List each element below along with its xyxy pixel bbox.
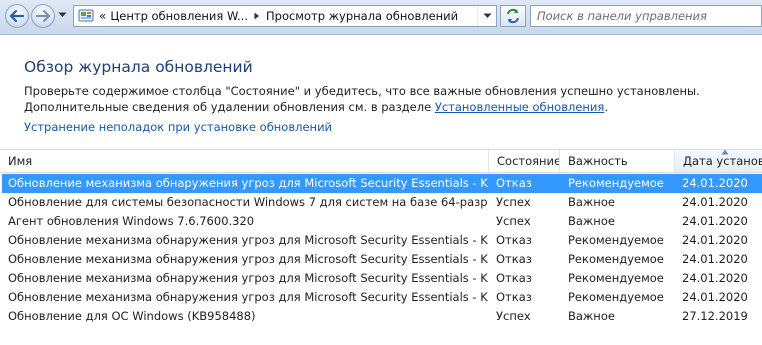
- cell-status: Отказ: [496, 290, 532, 304]
- table-row[interactable]: Обновление механизма обнаружения угроз д…: [2, 250, 762, 269]
- chevron-down-icon: [483, 13, 491, 18]
- cell-date: 24.01.2020: [682, 252, 748, 266]
- column-header-name[interactable]: Имя: [0, 150, 489, 172]
- arrow-right-icon: [36, 10, 50, 22]
- cell-status: Отказ: [496, 233, 532, 247]
- troubleshoot-link[interactable]: Устранение неполадок при установке обнов…: [24, 120, 332, 134]
- cell-importance: Рекомендуемое: [568, 176, 664, 190]
- breadcrumb-update-history[interactable]: Просмотр журнала обновлений: [266, 9, 458, 23]
- search-box[interactable]: [530, 5, 762, 27]
- sort-ascending-icon: [721, 150, 729, 155]
- table-row[interactable]: Обновление механизма обнаружения угроз д…: [2, 174, 762, 193]
- cell-status: Отказ: [496, 271, 532, 285]
- cell-date: 24.01.2020: [682, 271, 748, 285]
- breadcrumb-separator-icon[interactable]: [254, 12, 260, 20]
- cell-importance: Важное: [568, 309, 615, 323]
- table-header: Имя Состояние Важность Дата установки: [0, 149, 762, 173]
- table-row[interactable]: Обновление механизма обнаружения угроз д…: [2, 269, 762, 288]
- installed-updates-link[interactable]: Установленные обновления: [435, 100, 604, 114]
- search-input[interactable]: [537, 7, 737, 25]
- cell-name: Обновление механизма обнаружения угроз д…: [8, 233, 488, 247]
- cell-importance: Рекомендуемое: [568, 271, 664, 285]
- cell-date: 24.01.2020: [682, 195, 748, 209]
- cell-status: Успех: [496, 195, 531, 209]
- refresh-button[interactable]: [500, 5, 526, 27]
- refresh-icon: [507, 8, 519, 24]
- column-header-status[interactable]: Состояние: [489, 150, 560, 172]
- cell-status: Отказ: [496, 252, 532, 266]
- column-header-importance-label: Важность: [568, 154, 628, 168]
- recent-pages-chevron-down-icon[interactable]: [58, 12, 67, 18]
- forward-button[interactable]: [31, 4, 55, 28]
- description-period: .: [604, 100, 608, 114]
- cell-status: Успех: [496, 214, 531, 228]
- table-row[interactable]: Обновление для системы безопасности Wind…: [2, 193, 762, 212]
- cell-name: Обновление для системы безопасности Wind…: [8, 195, 488, 209]
- cell-name: Обновление механизма обнаружения угроз д…: [8, 271, 488, 285]
- column-header-date[interactable]: Дата установки: [675, 150, 762, 172]
- page-title: Обзор журнала обновлений: [24, 58, 253, 76]
- cell-date: 27.12.2019: [682, 309, 748, 323]
- cell-date: 24.01.2020: [682, 290, 748, 304]
- page-description: Проверьте содержимое столбца "Состояние"…: [24, 83, 752, 115]
- address-bar[interactable]: « Центр обновления W... Просмотр журнала…: [73, 5, 497, 27]
- column-header-date-label: Дата установки: [683, 154, 762, 168]
- breadcrumb-windows-update[interactable]: Центр обновления W...: [110, 9, 248, 23]
- cell-name: Обновление механизма обнаружения угроз д…: [8, 290, 488, 304]
- cell-importance: Рекомендуемое: [568, 233, 664, 247]
- cell-importance: Важное: [568, 214, 615, 228]
- cell-date: 24.01.2020: [682, 176, 748, 190]
- cell-status: Успех: [496, 309, 531, 323]
- cell-importance: Рекомендуемое: [568, 252, 664, 266]
- cell-date: 24.01.2020: [682, 233, 748, 247]
- column-header-importance[interactable]: Важность: [560, 150, 675, 172]
- cell-name: Обновление механизма обнаружения угроз д…: [8, 176, 488, 190]
- table-row[interactable]: Обновление для ОС Windows (KB958488) Усп…: [2, 307, 762, 326]
- table-row[interactable]: Агент обновления Windows 7.6.7600.320 Ус…: [2, 212, 762, 231]
- cell-status: Отказ: [496, 176, 532, 190]
- cell-importance: Рекомендуемое: [568, 290, 664, 304]
- navigation-bar: « Центр обновления W... Просмотр журнала…: [0, 0, 762, 35]
- table-row[interactable]: Обновление механизма обнаружения угроз д…: [2, 231, 762, 250]
- column-header-status-label: Состояние: [497, 154, 560, 168]
- cell-name: Обновление механизма обнаружения угроз д…: [8, 252, 488, 266]
- control-panel-icon: [78, 9, 94, 22]
- cell-name: Агент обновления Windows 7.6.7600.320: [8, 214, 255, 228]
- cell-name: Обновление для ОС Windows (KB958488): [8, 309, 256, 323]
- address-overflow-chevron[interactable]: «: [99, 9, 106, 23]
- cell-date: 24.01.2020: [682, 214, 748, 228]
- back-button[interactable]: [5, 4, 29, 28]
- table-row[interactable]: Обновление механизма обнаружения угроз д…: [2, 288, 762, 307]
- column-header-name-label: Имя: [8, 154, 33, 168]
- address-dropdown-button[interactable]: [477, 6, 496, 26]
- cell-importance: Важное: [568, 195, 615, 209]
- arrow-left-icon: [10, 10, 24, 22]
